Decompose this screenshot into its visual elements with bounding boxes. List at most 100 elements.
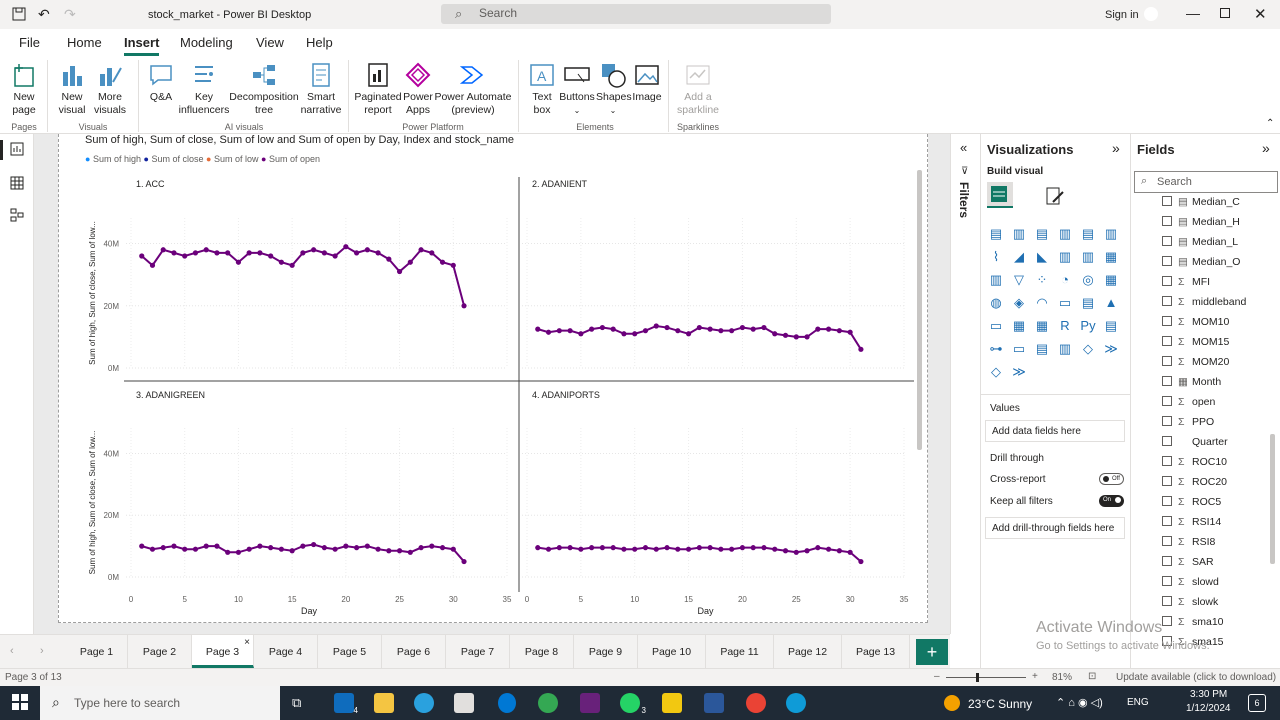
data-view-icon[interactable]: [10, 176, 24, 193]
100-column-visual-icon[interactable]: ▥: [1102, 226, 1120, 244]
clustered-bar-visual-icon[interactable]: ▤: [1033, 226, 1051, 244]
field-item[interactable]: Σopen: [1162, 396, 1215, 408]
field-item[interactable]: Σ ROC10: [1162, 456, 1227, 468]
power-automate2-visual-icon[interactable]: ≫: [1010, 364, 1028, 382]
field-checkbox[interactable]: [1162, 436, 1172, 446]
close-tab-icon[interactable]: ×: [244, 637, 250, 648]
fields-search-input[interactable]: ⌕ Search: [1134, 171, 1278, 193]
field-item[interactable]: Σ MOM15: [1162, 336, 1229, 348]
weather-icon[interactable]: [944, 695, 960, 711]
python-visual-icon[interactable]: Py: [1079, 318, 1097, 336]
field-checkbox[interactable]: [1162, 396, 1172, 406]
menu-home[interactable]: Home: [67, 35, 102, 50]
page-tab[interactable]: Page 12: [774, 635, 842, 668]
page-tab[interactable]: Page 6: [382, 635, 446, 668]
task-view-icon[interactable]: ⧉: [292, 695, 301, 711]
weather-text[interactable]: 23°C Sunny: [968, 697, 1032, 711]
line-visual-icon[interactable]: ⌇: [987, 249, 1005, 267]
system-tray-icons[interactable]: ⌃ ⌂ ◉ ◁): [1056, 696, 1103, 709]
field-checkbox[interactable]: [1162, 236, 1172, 246]
field-checkbox[interactable]: [1162, 196, 1172, 206]
collapse-ribbon-icon[interactable]: ⌃: [1266, 118, 1274, 129]
field-item[interactable]: ▤ Median_L: [1162, 236, 1238, 248]
scatter-visual-icon[interactable]: ⁘: [1033, 272, 1051, 290]
windows-start-icon[interactable]: [12, 694, 28, 713]
model-view-icon[interactable]: [10, 208, 24, 225]
zoom-out-button[interactable]: –: [934, 671, 940, 682]
add-sparkline-button[interactable]: Add a sparkline: [674, 62, 722, 117]
field-checkbox[interactable]: [1162, 416, 1172, 426]
field-item[interactable]: Σ ROC20: [1162, 476, 1227, 488]
store-icon[interactable]: [454, 693, 474, 713]
search-input[interactable]: ⌕ Search: [441, 4, 831, 24]
page-tab[interactable]: Page 11: [706, 635, 774, 668]
power-automate-button[interactable]: Power Automate (preview): [434, 62, 512, 117]
filters-pane[interactable]: « ⊽ Filters: [950, 134, 980, 634]
buttons-button[interactable]: Buttons ⌄: [558, 62, 596, 117]
cross-report-toggle[interactable]: Off: [1099, 473, 1124, 485]
field-item[interactable]: Σ ROC5: [1162, 496, 1221, 508]
page-tab[interactable]: Page 9: [574, 635, 638, 668]
ribbon-visual-icon[interactable]: ▦: [1102, 249, 1120, 267]
build-visual-tab[interactable]: [987, 182, 1013, 208]
field-item[interactable]: Σ PPO: [1162, 416, 1214, 428]
menu-view[interactable]: View: [256, 35, 284, 50]
update-notice[interactable]: Update available (click to download): [1116, 672, 1276, 683]
key-influencers-button[interactable]: Key influencers: [178, 62, 230, 117]
file-explorer-icon[interactable]: [374, 693, 394, 713]
power-apps-visual-icon[interactable]: ◇: [1079, 341, 1097, 359]
map-visual-icon[interactable]: ◍: [987, 295, 1005, 313]
zoom-slider-thumb[interactable]: [976, 673, 979, 682]
bluetooth-icon[interactable]: [498, 693, 516, 713]
menu-insert[interactable]: Insert: [124, 35, 160, 56]
chart-scrollbar[interactable]: [917, 170, 922, 450]
field-item[interactable]: Σslowd: [1162, 576, 1219, 588]
maximize-icon[interactable]: [1220, 8, 1230, 18]
funnel-visual-icon[interactable]: ▽: [1010, 272, 1028, 290]
donut-visual-icon[interactable]: ◎: [1079, 272, 1097, 290]
field-checkbox[interactable]: [1162, 576, 1172, 586]
whatsapp-icon[interactable]: 3: [620, 693, 646, 715]
field-checkbox[interactable]: [1162, 616, 1172, 626]
collapse-fields-icon[interactable]: »: [1262, 140, 1270, 156]
chrome-icon[interactable]: [538, 693, 558, 713]
avatar[interactable]: [1144, 7, 1158, 21]
page-tab[interactable]: Page 2: [128, 635, 192, 668]
prev-page-icon[interactable]: ‹: [10, 645, 14, 657]
clustered-column-visual-icon[interactable]: ▥: [1056, 226, 1074, 244]
menu-help[interactable]: Help: [306, 35, 333, 50]
field-checkbox[interactable]: [1162, 536, 1172, 546]
field-item[interactable]: Σsma10: [1162, 616, 1224, 628]
r-script-visual-icon[interactable]: R: [1056, 318, 1074, 336]
qa-visual-icon[interactable]: ▭: [1010, 341, 1028, 359]
area-visual-icon[interactable]: ◢: [1010, 249, 1028, 267]
language-indicator[interactable]: ENG: [1127, 697, 1149, 708]
fields-scrollbar[interactable]: [1270, 434, 1275, 564]
menu-file[interactable]: File: [19, 35, 40, 50]
field-item[interactable]: ▤ Median_H: [1162, 216, 1240, 228]
undo-icon[interactable]: ↶: [38, 6, 50, 23]
waterfall-visual-icon[interactable]: ▥: [987, 272, 1005, 290]
field-item[interactable]: Σ RSI14: [1162, 516, 1221, 528]
field-checkbox[interactable]: [1162, 256, 1172, 266]
card-visual-icon[interactable]: ▭: [1056, 295, 1074, 313]
stacked-bar-visual-icon[interactable]: ▤: [987, 226, 1005, 244]
keep-all-filters-toggle[interactable]: On: [1099, 495, 1124, 507]
field-checkbox[interactable]: [1162, 356, 1172, 366]
word-icon[interactable]: [704, 693, 724, 713]
slicer-visual-icon[interactable]: ▭: [987, 318, 1005, 336]
field-item[interactable]: Σ SAR: [1162, 556, 1214, 568]
zoom-slider[interactable]: [946, 677, 1026, 678]
field-item[interactable]: ▤ Median_C: [1162, 196, 1240, 208]
notification-badge[interactable]: 6: [1248, 694, 1266, 712]
page-tab[interactable]: Page 4: [254, 635, 318, 668]
expand-filters-icon[interactable]: «: [960, 140, 967, 155]
next-page-icon[interactable]: ›: [40, 645, 44, 657]
key-influencers-visual-icon[interactable]: ▤: [1102, 318, 1120, 336]
format-visual-tab[interactable]: [1043, 184, 1067, 211]
edge-icon[interactable]: [786, 693, 806, 713]
page-tab[interactable]: Page 3 ×: [192, 635, 254, 668]
line-clustered-visual-icon[interactable]: ▥: [1079, 249, 1097, 267]
text-box-button[interactable]: A Text box: [526, 62, 558, 117]
power-automate-visual-icon[interactable]: ≫: [1102, 341, 1120, 359]
